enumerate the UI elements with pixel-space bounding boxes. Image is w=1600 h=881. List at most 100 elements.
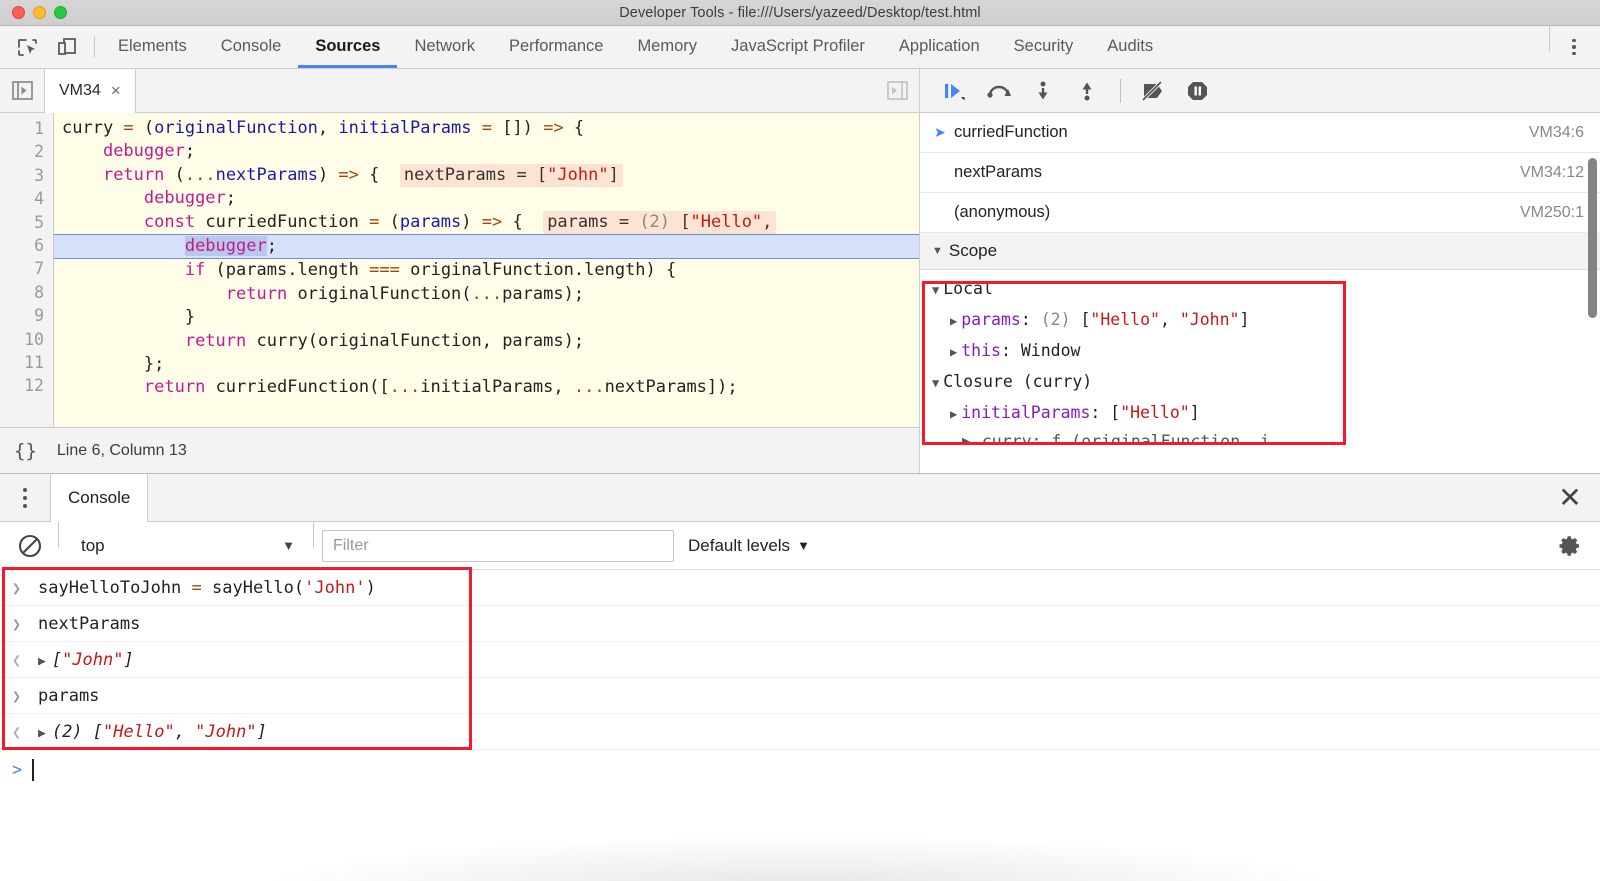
code-line-2: debugger; bbox=[54, 140, 919, 163]
current-frame-icon: ➤ bbox=[934, 124, 954, 141]
tab-audits[interactable]: Audits bbox=[1090, 28, 1170, 68]
devtools-window: Developer Tools - file:///Users/yazeed/D… bbox=[0, 0, 1600, 881]
chevron-down-icon: ▼ bbox=[932, 245, 943, 257]
code-content[interactable]: curry = (originalFunction, initialParams… bbox=[54, 113, 919, 427]
scope-group-label: Closure (curry) bbox=[943, 372, 1092, 391]
more-options-icon[interactable] bbox=[1560, 33, 1588, 61]
code-editor[interactable]: 1 2 3 4 5 6 7 8 9 10 11 12 curry = (orig… bbox=[0, 113, 919, 427]
console-toolbar-divider-2 bbox=[313, 522, 314, 548]
drawer-tab-console[interactable]: Console bbox=[50, 474, 148, 522]
console-message-input: ❯ params bbox=[0, 678, 1600, 714]
scope-prop-value: Window bbox=[1021, 341, 1081, 360]
call-stack-location: VM34:6 bbox=[1529, 124, 1584, 142]
tab-console[interactable]: Console bbox=[204, 28, 299, 68]
clear-console-icon[interactable] bbox=[10, 526, 50, 566]
code-line-3: return (...nextParams) => { nextParams =… bbox=[54, 164, 919, 187]
code-line-6-current: debugger; bbox=[54, 234, 919, 259]
expand-triangle-icon[interactable]: ▶ bbox=[38, 726, 46, 741]
line-number: 10 bbox=[0, 328, 53, 351]
code-line-1: curry = (originalFunction, initialParams… bbox=[54, 117, 919, 140]
scope-prop-count: (2) bbox=[1041, 310, 1071, 329]
code-line-12: return curriedFunction([...initialParams… bbox=[54, 376, 919, 399]
devtools-tab-bar: Elements Console Sources Network Perform… bbox=[0, 26, 1600, 69]
show-debugger-icon[interactable] bbox=[875, 69, 919, 112]
show-navigator-icon[interactable] bbox=[0, 69, 44, 112]
deactivate-breakpoints-icon[interactable] bbox=[1135, 74, 1173, 108]
output-chevron-icon: ❮ bbox=[12, 723, 26, 741]
line-number: 9 bbox=[0, 304, 53, 327]
line-number: 7 bbox=[0, 257, 53, 280]
console-input-text: nextParams bbox=[38, 614, 140, 634]
console-filter-input[interactable] bbox=[322, 530, 674, 562]
tab-network[interactable]: Network bbox=[397, 28, 492, 68]
chevron-right-icon[interactable]: ▶ bbox=[950, 407, 957, 421]
scope-section-header[interactable]: ▼ Scope bbox=[920, 233, 1600, 270]
console-prompt[interactable]: > bbox=[0, 750, 1600, 790]
tab-javascript-profiler[interactable]: JavaScript Profiler bbox=[714, 28, 882, 68]
step-over-next-function-call-icon[interactable] bbox=[980, 74, 1018, 108]
chevron-right-icon[interactable]: ▶ bbox=[950, 314, 957, 328]
inspect-element-icon[interactable] bbox=[14, 34, 40, 60]
scope-header-label: Scope bbox=[949, 241, 997, 261]
close-drawer-icon[interactable]: ✕ bbox=[1540, 474, 1600, 521]
scope-group-closure[interactable]: ▼Closure (curry) bbox=[932, 367, 1600, 398]
console-message-output: ❮ ▶(2) ["Hello", "John"] bbox=[0, 714, 1600, 750]
expand-triangle-icon[interactable]: ▶ bbox=[38, 654, 46, 669]
console-input-text: params bbox=[38, 686, 99, 706]
input-chevron-icon: ❯ bbox=[12, 687, 26, 705]
devtools-tool-icons bbox=[0, 26, 88, 68]
console-output-text[interactable]: ▶["John"] bbox=[38, 650, 134, 670]
line-number: 8 bbox=[0, 281, 53, 304]
debugger-sidebar-body: ➤ curriedFunction VM34:6 nextParams VM34… bbox=[920, 113, 1600, 473]
file-tab-label: VM34 bbox=[59, 82, 101, 100]
chevron-right-icon[interactable]: ▶ bbox=[950, 345, 957, 359]
step-into-next-function-call-icon[interactable] bbox=[1024, 74, 1062, 108]
code-line-4: debugger; bbox=[54, 187, 919, 210]
sources-panel: VM34 × 1 2 3 4 5 bbox=[0, 69, 1600, 473]
scope-prop-name: this bbox=[961, 341, 1001, 360]
console-toolbar: top ▼ Default levels ▼ bbox=[0, 522, 1600, 570]
tab-performance[interactable]: Performance bbox=[492, 28, 620, 68]
console-toolbar-divider bbox=[58, 522, 59, 548]
console-drawer: Console ✕ top ▼ Default levels ▼ bbox=[0, 473, 1600, 856]
line-number: 4 bbox=[0, 187, 53, 210]
pretty-print-icon[interactable]: {} bbox=[14, 440, 37, 462]
file-tab-strip: VM34 × bbox=[0, 69, 919, 113]
scope-prop-initialparams[interactable]: ▶initialParams: ["Hello"] bbox=[932, 398, 1600, 429]
line-number: 5 bbox=[0, 211, 53, 234]
console-settings-gear-icon[interactable] bbox=[1558, 534, 1600, 558]
window-title-bar: Developer Tools - file:///Users/yazeed/D… bbox=[0, 0, 1600, 26]
pause-on-exceptions-icon[interactable] bbox=[1179, 74, 1217, 108]
chevron-down-icon: ▼ bbox=[797, 538, 810, 553]
file-tab-vm34[interactable]: VM34 × bbox=[44, 69, 136, 113]
call-stack-row-anonymous[interactable]: (anonymous) VM250:1 bbox=[920, 193, 1600, 233]
resume-script-execution-icon[interactable] bbox=[936, 74, 974, 108]
console-context-selector[interactable]: top ▼ bbox=[67, 531, 305, 561]
close-icon[interactable]: × bbox=[111, 81, 121, 101]
scope-prop-this[interactable]: ▶this: Window bbox=[932, 336, 1600, 367]
tab-memory[interactable]: Memory bbox=[620, 28, 714, 68]
scope-group-local[interactable]: ▼Local bbox=[932, 274, 1600, 305]
device-toolbar-icon[interactable] bbox=[54, 34, 80, 60]
console-log-levels-dropdown[interactable]: Default levels ▼ bbox=[674, 536, 824, 556]
step-out-of-current-function-icon[interactable] bbox=[1068, 74, 1106, 108]
line-number: 12 bbox=[0, 374, 53, 397]
console-output[interactable]: ❯ sayHelloToJohn = sayHello('John') ❯ ne… bbox=[0, 570, 1600, 856]
drawer-more-options-icon[interactable] bbox=[0, 474, 50, 521]
chevron-down-icon: ▼ bbox=[282, 538, 295, 553]
call-stack-row-curriedfunction[interactable]: ➤ curriedFunction VM34:6 bbox=[920, 113, 1600, 153]
input-chevron-icon: ❯ bbox=[12, 579, 26, 597]
tab-sources[interactable]: Sources bbox=[298, 28, 397, 68]
inline-value-hint: params = (2) ["Hello", bbox=[543, 211, 776, 234]
tab-security[interactable]: Security bbox=[997, 28, 1091, 68]
tab-application[interactable]: Application bbox=[882, 28, 997, 68]
console-output-text[interactable]: ▶(2) ["Hello", "John"] bbox=[38, 722, 267, 742]
scope-prop-params[interactable]: ▶params: (2) ["Hello", "John"] bbox=[932, 305, 1600, 336]
line-number-gutter: 1 2 3 4 5 6 7 8 9 10 11 12 bbox=[0, 113, 54, 427]
debugger-scrollbar[interactable] bbox=[1588, 158, 1597, 318]
console-context-value: top bbox=[81, 536, 105, 556]
tab-elements[interactable]: Elements bbox=[101, 28, 204, 68]
editor-pane: VM34 × 1 2 3 4 5 bbox=[0, 69, 920, 473]
call-stack-row-nextparams[interactable]: nextParams VM34:12 bbox=[920, 153, 1600, 193]
output-chevron-icon: ❮ bbox=[12, 651, 26, 669]
